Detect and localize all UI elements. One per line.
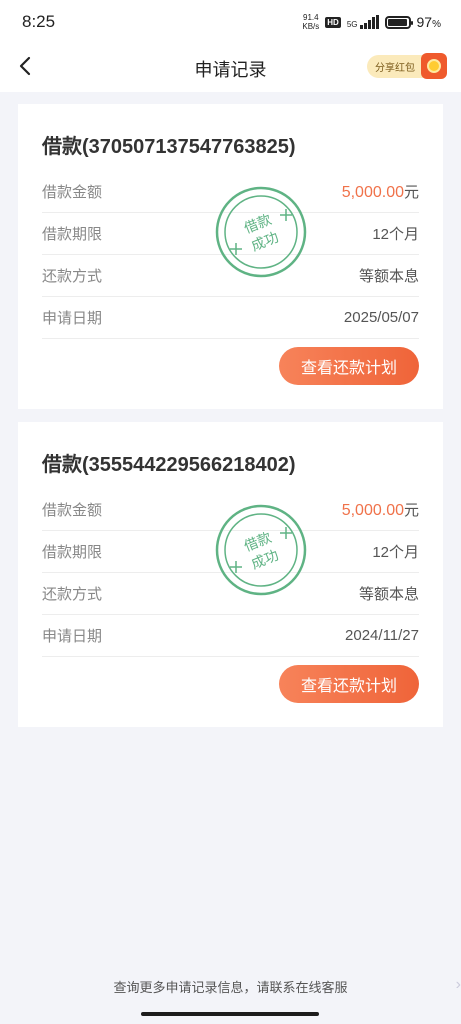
footer-contact-text[interactable]: 查询更多申请记录信息，请联系在线客服 <box>0 977 461 996</box>
apply-date-label: 申请日期 <box>42 310 103 327</box>
share-red-envelope-button[interactable]: 分享红包 <box>367 53 447 79</box>
signal-icon: 5G <box>347 15 379 29</box>
record-title: 借款(355544229566218402) <box>42 454 296 476</box>
amount-value: 5,000.00元 <box>341 184 419 201</box>
nav-bar: 申请记录 分享红包 <box>0 44 461 92</box>
battery-fill <box>387 18 407 26</box>
amount-label: 借款金额 <box>42 184 103 201</box>
term-row: 借款期限 12个月 <box>42 213 419 255</box>
network-type: 5G <box>346 20 358 29</box>
record-title: 借款(370507137547763825) <box>42 136 296 158</box>
net-speed-unit: KB/s <box>302 22 320 31</box>
repayment-method-value: 等额本息 <box>358 268 419 285</box>
term-value: 12个月 <box>372 226 419 243</box>
term-label: 借款期限 <box>42 226 103 243</box>
term-value: 12个月 <box>372 544 419 561</box>
view-repayment-plan-button[interactable]: 查看还款计划 <box>279 347 419 385</box>
amount-row: 借款金额 5,000.00元 <box>42 489 419 531</box>
battery-icon <box>384 15 413 29</box>
apply-date-value: 2025/05/07 <box>343 309 419 326</box>
apply-date-value: 2024/11/27 <box>345 627 419 644</box>
red-envelope-icon <box>421 53 447 79</box>
repayment-method-value: 等额本息 <box>358 586 419 603</box>
hd-badge-icon: HD <box>325 16 341 28</box>
status-bar: 8:25 91.4 KB/s HD 5G 97% <box>0 0 461 44</box>
view-repayment-plan-button[interactable]: 查看还款计划 <box>279 665 419 703</box>
apply-date-label: 申请日期 <box>42 628 103 645</box>
net-speed-value: 91.4 <box>303 13 319 22</box>
home-indicator[interactable] <box>141 1012 319 1016</box>
net-speed: 91.4 KB/s <box>302 13 319 31</box>
record-card: 借款(370507137547763825) 借款金额 5,000.00元 借款… <box>18 104 443 409</box>
amount-row: 借款金额 5,000.00元 <box>42 171 419 213</box>
battery-percent: 97% <box>416 14 441 30</box>
term-row: 借款期限 12个月 <box>42 531 419 573</box>
apply-date-row: 申请日期 2025/05/07 <box>42 297 419 339</box>
status-time: 8:25 <box>22 12 56 31</box>
status-icons: 91.4 KB/s HD 5G 97% <box>302 13 441 31</box>
repayment-method-row: 还款方式 等额本息 <box>42 255 419 297</box>
repayment-method-label: 还款方式 <box>42 586 103 603</box>
repayment-method-row: 还款方式 等额本息 <box>42 573 419 615</box>
amount-value: 5,000.00元 <box>341 502 419 519</box>
amount-label: 借款金额 <box>42 502 103 519</box>
chevron-right-icon: › <box>455 976 461 993</box>
term-label: 借款期限 <box>42 544 103 561</box>
apply-date-row: 申请日期 2024/11/27 <box>42 615 419 657</box>
repayment-method-label: 还款方式 <box>42 268 103 285</box>
record-card: 借款(355544229566218402) 借款金额 5,000.00元 借款… <box>18 422 443 727</box>
